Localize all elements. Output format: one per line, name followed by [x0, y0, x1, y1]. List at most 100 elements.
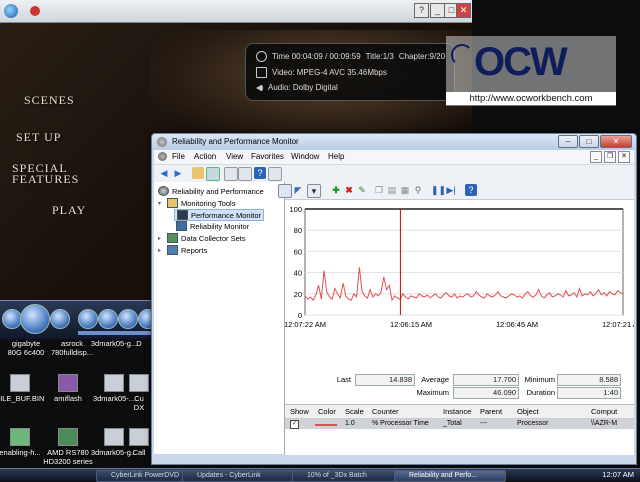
taskbar-item[interactable]: Reliability and Perfo...	[394, 470, 506, 482]
expand-icon[interactable]: ▸	[158, 247, 164, 254]
tree-item-performance-monitor[interactable]: Performance Monitor	[174, 209, 265, 221]
forward-icon[interactable]: ▶	[172, 167, 184, 179]
antenna-icon	[451, 44, 473, 66]
tree-item-reports[interactable]: ▸ Reports	[158, 245, 207, 255]
col-counter[interactable]: Counter	[372, 407, 399, 416]
row-instance: _Total	[443, 420, 462, 427]
add-counter-icon[interactable]: ✚	[330, 184, 342, 196]
desktop-icon[interactable]: D	[128, 339, 150, 348]
forward-button[interactable]	[118, 309, 138, 329]
print-icon[interactable]	[238, 167, 252, 181]
view-log-data-icon[interactable]: ◤	[292, 184, 304, 196]
menu-file[interactable]: File	[172, 152, 185, 161]
y-tick-label: 80	[294, 226, 302, 235]
col-object[interactable]: Object	[517, 407, 539, 416]
pause-button[interactable]	[50, 309, 70, 329]
properties-icon[interactable]: ▦	[399, 184, 411, 196]
help-icon[interactable]: ?	[414, 3, 429, 18]
window-titlebar[interactable]: Reliability and Performance Monitor – □ …	[152, 134, 636, 150]
osd-chapter: Chapter:9/20	[398, 52, 446, 61]
maximize-button[interactable]: □	[579, 135, 599, 148]
show-hide-tree-icon[interactable]	[206, 167, 220, 181]
help-icon[interactable]: ?	[254, 167, 266, 179]
change-graph-type-icon[interactable]: ▾	[307, 184, 321, 198]
menu-favorites[interactable]: Favorites	[251, 152, 284, 161]
minimize-button[interactable]: –	[558, 135, 578, 148]
back-icon[interactable]: ◀	[158, 167, 170, 179]
minimize-icon[interactable]: _	[430, 3, 445, 18]
stat-last-label: Last	[336, 375, 351, 384]
col-color[interactable]: Color	[318, 407, 336, 416]
seek-bar[interactable]	[78, 331, 158, 335]
stat-minimum: 8.588	[557, 374, 621, 386]
desktop-icon[interactable]: TILE_BUF.BIN	[0, 374, 46, 403]
y-tick-label: 40	[294, 269, 302, 278]
stop-button[interactable]	[2, 309, 22, 329]
menu-special-features[interactable]: Special Features	[12, 162, 92, 185]
rewind-button[interactable]	[98, 309, 118, 329]
tree-item-data-collector-sets[interactable]: ▸ Data Collector Sets	[158, 233, 246, 243]
collapse-icon[interactable]: ▾	[158, 200, 164, 207]
menu-play[interactable]: Play	[52, 204, 86, 216]
up-folder-icon[interactable]	[192, 167, 204, 179]
update-data-icon[interactable]: ▶|	[445, 184, 457, 196]
child-restore-button[interactable]: ❐	[604, 151, 616, 163]
child-minimize-button[interactable]: _	[590, 151, 602, 163]
highlight-icon[interactable]: ✎	[356, 184, 368, 196]
desktop-icon[interactable]: Call	[128, 428, 150, 457]
show-checkbox[interactable]: ✓	[290, 420, 299, 429]
col-parent[interactable]: Parent	[480, 407, 502, 416]
app-icon	[4, 4, 18, 18]
tree-item-reliability-monitor[interactable]: Reliability Monitor	[176, 221, 249, 231]
desktop-icon[interactable]: gigabyte 80G 6c400	[0, 339, 52, 357]
taskbar-item[interactable]: Updates - CyberLink	[182, 470, 304, 482]
stat-duration: 1:40	[557, 387, 621, 399]
copy-icon[interactable]: ❐	[373, 184, 385, 196]
col-computer[interactable]: Comput	[591, 407, 617, 416]
tree-root[interactable]: Reliability and Performance	[158, 186, 264, 196]
freeze-display-icon[interactable]: ❚❚	[431, 184, 446, 196]
stat-duration-label: Duration	[526, 388, 555, 397]
table-row[interactable]: ✓ 1.0 % Processor Time _Total --- Proces…	[285, 419, 634, 429]
previous-button[interactable]	[78, 309, 98, 329]
col-show[interactable]: Show	[290, 407, 309, 416]
desktop-icon-label: D	[136, 339, 142, 348]
col-instance[interactable]: Instance	[443, 407, 471, 416]
tree-item-label: Monitoring Tools	[181, 198, 236, 208]
close-button[interactable]: ✕	[600, 135, 632, 148]
report-icon	[167, 245, 178, 255]
col-scale[interactable]: Scale	[345, 407, 364, 416]
osd-time: Time 00:04:09 / 00:09:59	[272, 52, 361, 61]
folder-icon	[167, 233, 178, 243]
view-icon[interactable]	[268, 167, 282, 181]
menu-action[interactable]: Action	[194, 152, 216, 161]
zoom-icon[interactable]: ⚲	[412, 184, 424, 196]
taskbar-item[interactable]: CyberLink PowerDVD	[96, 470, 194, 482]
menu-setup[interactable]: Set Up	[16, 131, 61, 143]
clock-icon	[256, 51, 267, 62]
desktop-icon[interactable]: amiflash	[42, 374, 94, 403]
tree-item-monitoring-tools[interactable]: ▾ Monitoring Tools	[158, 198, 235, 208]
child-close-button[interactable]: ✕	[618, 151, 630, 163]
menu-window[interactable]: Window	[291, 152, 319, 161]
help-icon[interactable]: ?	[465, 184, 477, 196]
desktop-icon[interactable]: Cu DX	[128, 374, 150, 412]
system-menu-icon[interactable]	[158, 152, 167, 161]
view-current-activity-icon[interactable]	[278, 184, 292, 198]
counter-legend: Show Color Scale Counter Instance Parent…	[285, 404, 634, 455]
close-icon[interactable]: ✕	[456, 3, 471, 18]
play-button[interactable]	[20, 304, 50, 334]
properties-icon[interactable]	[224, 167, 238, 181]
osd-title: Title:1/3	[365, 52, 394, 61]
dvd-titlebar[interactable]: ? _ □ ✕	[0, 0, 472, 23]
menu-help[interactable]: Help	[328, 152, 344, 161]
y-tick-label: 60	[294, 247, 302, 256]
menu-view[interactable]: View	[226, 152, 243, 161]
statistics-bar: Last 14.838 Average 17.700 Minimum 8.588…	[285, 372, 634, 402]
menu-scenes[interactable]: Scenes	[24, 94, 75, 106]
paste-icon[interactable]: ▤	[386, 184, 398, 196]
taskbar-item[interactable]: 10% of _3Dx Batch	[292, 470, 406, 482]
monitor-app-icon	[157, 137, 167, 147]
expand-icon[interactable]: ▸	[158, 235, 164, 242]
delete-counter-icon[interactable]: ✖	[343, 184, 355, 196]
